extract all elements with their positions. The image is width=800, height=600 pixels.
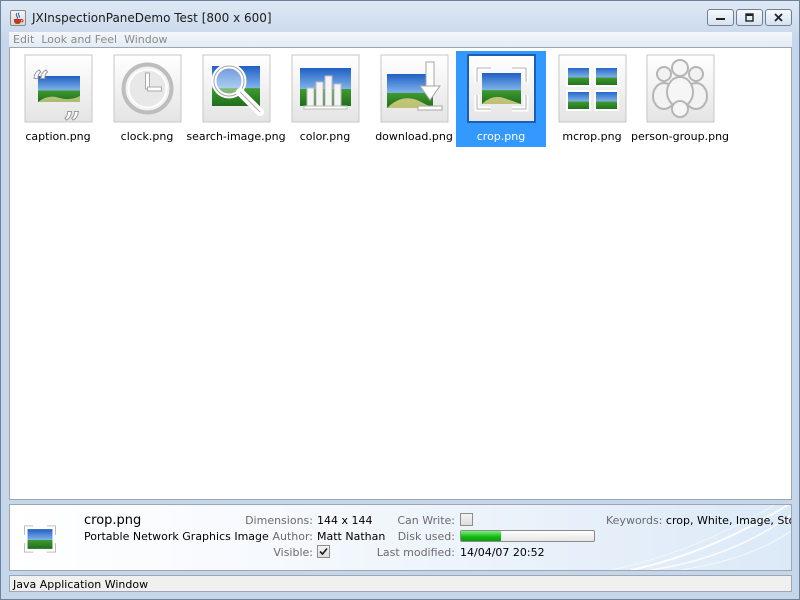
file-name: crop.png (84, 513, 142, 528)
visible-label: Visible: (273, 546, 313, 559)
author-label: Author: (272, 530, 313, 543)
maximize-button[interactable] (736, 9, 763, 26)
menu-bar: Edit Look and Feel Window (9, 32, 792, 47)
caption-icon: “ „ (24, 54, 93, 123)
can-write-checkbox[interactable] (460, 513, 473, 526)
java-cup-icon[interactable] (10, 10, 26, 26)
checkmark-icon (319, 547, 328, 556)
thumbnail-label: caption.png (25, 130, 91, 143)
disk-used-progress (460, 530, 595, 542)
can-write-label: Can Write: (397, 514, 455, 527)
last-modified-value: 14/04/07 20:52 (460, 546, 545, 559)
window-controls (707, 9, 792, 26)
inspection-pane: crop.png Portable Network Graphics Image… (9, 504, 792, 571)
selected-file-icon (22, 524, 58, 554)
thumbnail-download[interactable]: download.png (369, 51, 459, 147)
thumbnail-person-group[interactable]: person-group.png (631, 51, 729, 147)
disk-used-progress-fill (461, 531, 501, 541)
thumbnail-label: mcrop.png (562, 130, 622, 143)
menu-look-and-feel[interactable]: Look and Feel (38, 33, 120, 46)
svg-text:„: „ (64, 89, 81, 123)
thumbnail-mcrop[interactable]: mcrop.png (547, 51, 637, 147)
thumbnail-label: search-image.png (186, 130, 286, 143)
thumbnail-color[interactable]: color.png (280, 51, 370, 147)
thumbnail-label: person-group.png (630, 130, 730, 143)
download-icon (380, 54, 449, 123)
clock-icon (113, 54, 182, 123)
thumbnail-label: crop.png (476, 130, 526, 143)
dimensions-value: 144 x 144 (317, 514, 373, 527)
keywords-row: Keywords: crop, White, Image, Stock (606, 514, 791, 527)
thumbnail-label: clock.png (120, 130, 174, 143)
thumbnail-caption[interactable]: “ „ caption.png (13, 51, 103, 147)
thumbnail-search-image[interactable]: search-image.png (186, 51, 286, 147)
thumbnail-list[interactable]: “ „ caption.png clock.png search-image.p… (9, 47, 792, 500)
keywords-value: crop, White, Image, Stock (665, 514, 791, 527)
application-window: JXInspectionPaneDemo Test [800 x 600] Ed… (0, 0, 800, 600)
color-icon (291, 54, 360, 123)
thumbnail-label: color.png (299, 130, 351, 143)
person-group-icon (646, 54, 715, 123)
minimize-icon (716, 18, 725, 20)
crop-icon (467, 54, 536, 123)
maximize-icon (745, 13, 754, 22)
thumbnail-crop[interactable]: crop.png (456, 51, 546, 147)
close-button[interactable] (765, 9, 792, 26)
thumbnail-clock[interactable]: clock.png (102, 51, 192, 147)
title-bar[interactable]: JXInspectionPaneDemo Test [800 x 600] (1, 1, 799, 32)
window-title: JXInspectionPaneDemo Test [800 x 600] (32, 11, 272, 25)
menu-edit[interactable]: Edit (10, 33, 37, 46)
keywords-label: Keywords: (606, 514, 663, 527)
svg-text:“: “ (32, 65, 49, 100)
last-modified-label: Last modified: (376, 546, 455, 559)
status-bar: Java Application Window (9, 575, 792, 592)
visible-checkbox[interactable] (317, 545, 330, 558)
status-text: Java Application Window (13, 578, 149, 591)
search-image-icon (202, 54, 271, 123)
close-icon (774, 13, 783, 22)
mcrop-icon (558, 54, 627, 123)
minimize-button[interactable] (707, 9, 734, 26)
dimensions-label: Dimensions: (245, 514, 313, 527)
menu-window[interactable]: Window (121, 33, 170, 46)
disk-used-label: Disk used: (397, 530, 455, 543)
